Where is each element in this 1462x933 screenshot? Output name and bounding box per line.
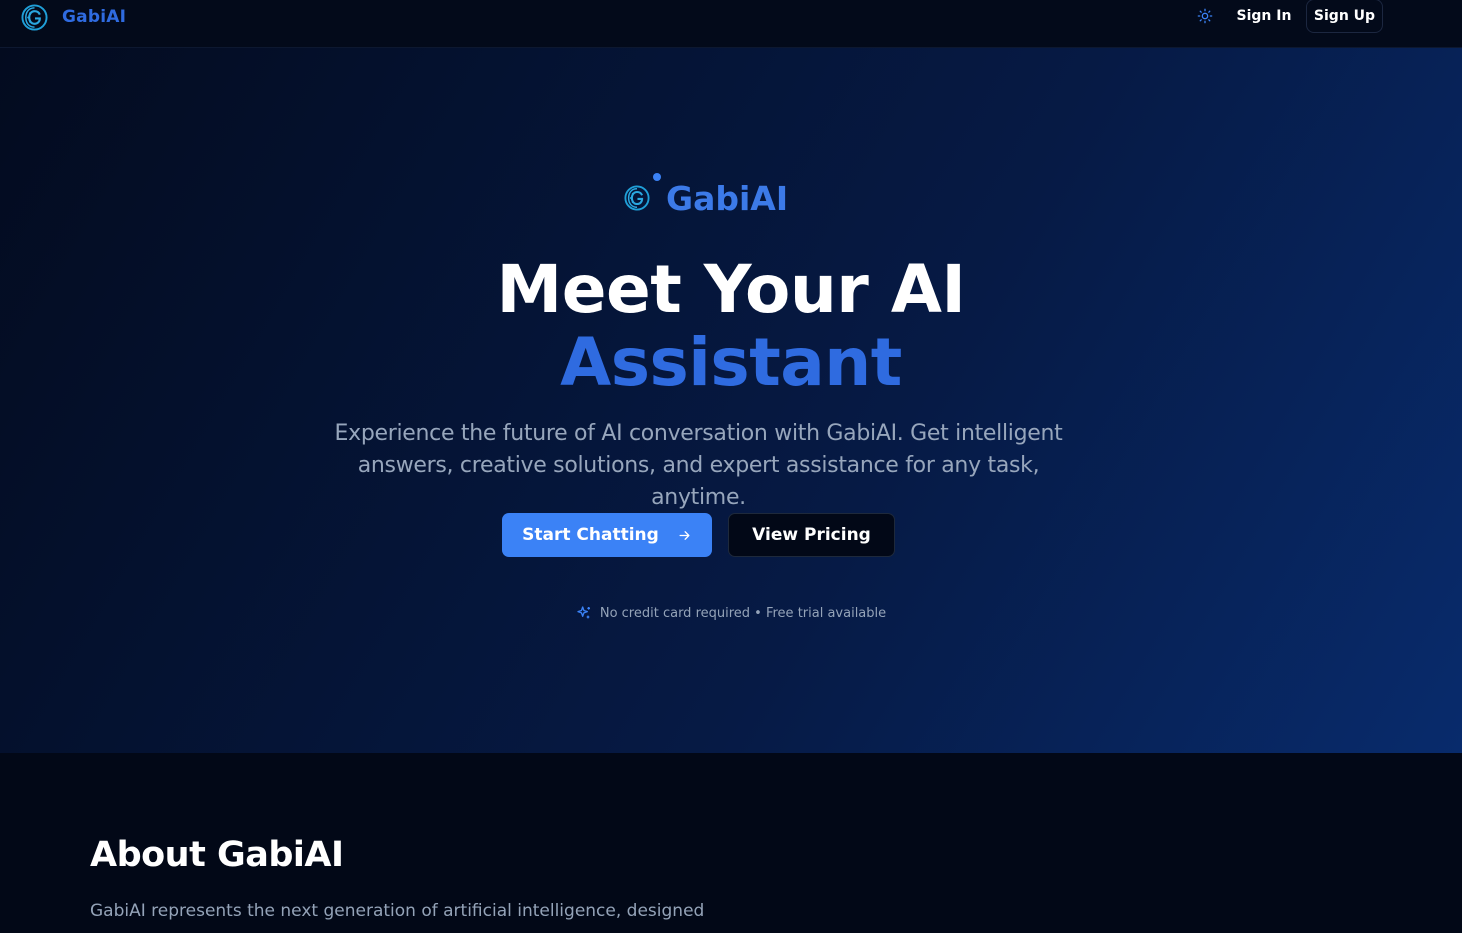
hero-subtitle: Experience the future of AI conversation… bbox=[334, 421, 1063, 510]
top-nav: GabiAI Sign In Sign Up bbox=[0, 0, 1462, 48]
hero-section: GabiAI Meet Your AI Assistant Experience… bbox=[0, 48, 1462, 753]
trial-note-text: No credit card required • Free trial ava… bbox=[599, 605, 887, 621]
brain-logo-icon bbox=[21, 3, 48, 31]
hero-brand-name: GabiAI bbox=[666, 178, 789, 218]
hero-headline: Meet Your AI Assistant bbox=[0, 253, 1462, 400]
sparkles-icon bbox=[577, 606, 590, 619]
about-section: About GabiAI GabiAI represents the next … bbox=[0, 753, 1462, 933]
brain-logo-icon bbox=[624, 185, 650, 211]
headline-line-1: Meet Your AI bbox=[496, 251, 966, 328]
headline-line-2: Assistant bbox=[560, 324, 902, 401]
about-title: About GabiAI bbox=[90, 835, 344, 875]
start-chatting-button[interactable]: Start Chatting bbox=[502, 513, 712, 557]
theme-toggle-button[interactable] bbox=[1195, 6, 1215, 26]
view-pricing-button[interactable]: View Pricing bbox=[728, 513, 895, 557]
view-pricing-label: View Pricing bbox=[752, 525, 871, 545]
trial-note: No credit card required • Free trial ava… bbox=[0, 605, 1462, 621]
start-chatting-label: Start Chatting bbox=[522, 525, 659, 545]
status-dot bbox=[653, 173, 661, 181]
sign-up-button[interactable]: Sign Up bbox=[1306, 0, 1383, 33]
about-text: GabiAI represents the next generation of… bbox=[90, 901, 705, 921]
arrow-right-icon bbox=[679, 530, 690, 540]
sun-icon bbox=[1197, 8, 1213, 24]
nav-brand-name: GabiAI bbox=[62, 7, 127, 27]
sign-in-button[interactable]: Sign In bbox=[1232, 0, 1296, 32]
hero-brand: GabiAI bbox=[624, 173, 788, 223]
nav-brand[interactable]: GabiAI bbox=[21, 3, 126, 31]
